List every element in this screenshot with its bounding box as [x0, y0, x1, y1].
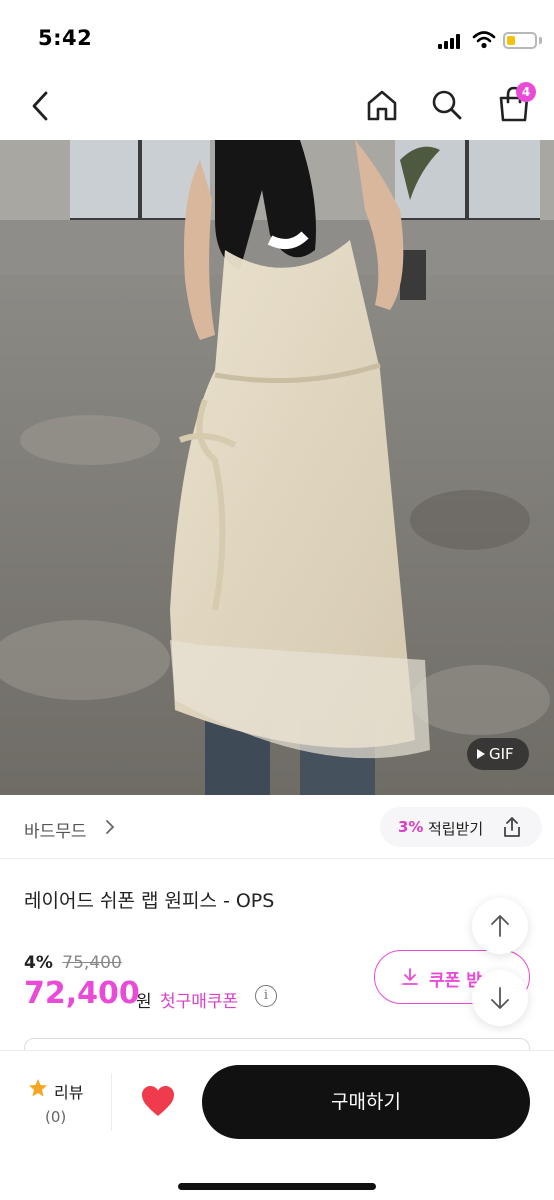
points-label: 적립받기: [428, 820, 484, 838]
sale-price: 72,400: [24, 976, 140, 1011]
product-photo: [0, 140, 554, 795]
gif-label: GIF: [489, 745, 514, 763]
back-arrow-icon[interactable]: [24, 88, 58, 124]
arrow-up-icon: [491, 915, 509, 937]
currency-label: 원: [136, 992, 152, 1012]
points-percent: 3%: [398, 818, 424, 836]
download-icon: [402, 968, 418, 985]
points-button[interactable]: 3% 적립받기: [380, 807, 542, 847]
search-icon[interactable]: [429, 87, 465, 123]
play-icon: [477, 749, 485, 759]
gif-badge[interactable]: GIF: [467, 738, 529, 770]
heart-icon[interactable]: [140, 1084, 176, 1118]
signal-icon: [438, 33, 462, 49]
star-icon: [29, 1079, 47, 1097]
first-coupon-label: 첫구매쿠폰: [160, 992, 239, 1012]
buy-button[interactable]: 구매하기: [202, 1065, 530, 1139]
arrow-down-icon: [491, 987, 509, 1009]
share-icon[interactable]: [500, 815, 524, 839]
brand-name-link[interactable]: 바드무드: [24, 817, 87, 842]
discount-percent: 4%: [24, 953, 53, 973]
battery-icon: [503, 32, 537, 49]
scroll-down-button[interactable]: [472, 970, 528, 1026]
status-bar: 5:42: [0, 0, 554, 70]
product-title: 레이어드 쉬폰 랩 원피스 - OPS: [24, 890, 275, 912]
divider: [111, 1073, 112, 1131]
info-icon[interactable]: i: [255, 985, 277, 1007]
home-icon[interactable]: [364, 87, 400, 123]
wifi-icon: [472, 31, 496, 49]
nav-bar: 4: [0, 70, 554, 140]
review-label[interactable]: 리뷰: [54, 1079, 83, 1103]
status-time: 5:42: [38, 26, 93, 50]
home-indicator: [178, 1183, 376, 1190]
scroll-up-button[interactable]: [472, 898, 528, 954]
brand-row: 바드무드 3% 적립받기: [0, 795, 554, 859]
product-image[interactable]: [0, 140, 554, 795]
discount-row: 4% 75,400: [24, 953, 122, 973]
cart-count-badge: 4: [516, 82, 536, 102]
original-price: 75,400: [62, 953, 122, 973]
chevron-right-icon[interactable]: [104, 819, 116, 835]
battery-cap: [539, 37, 542, 44]
review-count[interactable]: (0): [45, 1108, 66, 1126]
bottom-action-bar: 리뷰 (0) 구매하기: [0, 1050, 554, 1200]
